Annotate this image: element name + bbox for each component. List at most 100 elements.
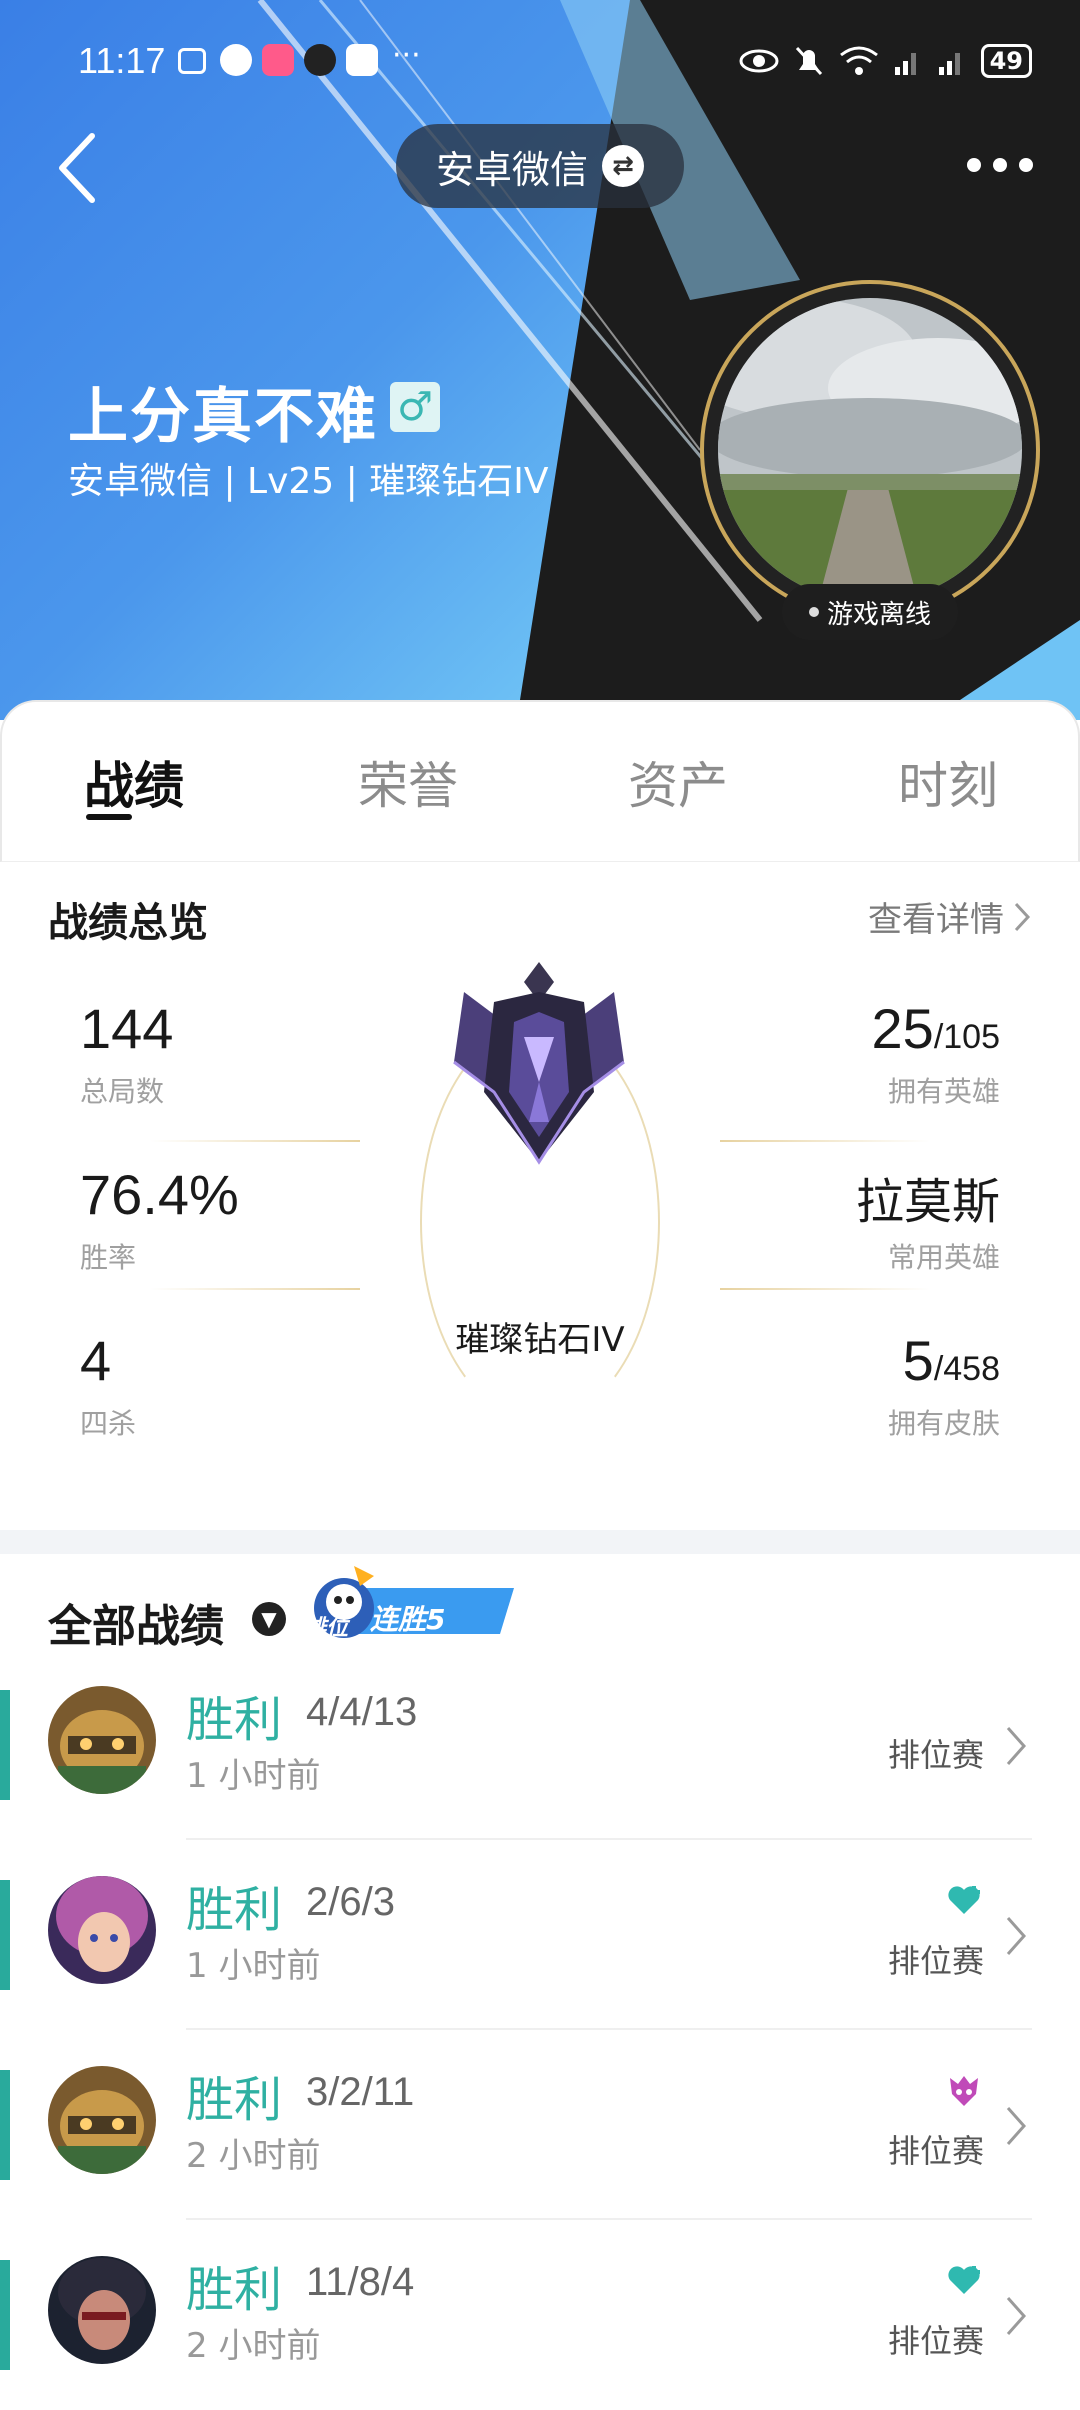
account-switch-button[interactable]: 安卓微信 ⇄: [396, 124, 684, 208]
match-row[interactable]: 胜利 11/8/4 2 小时前 排位赛: [0, 2220, 1080, 2410]
demon-mask-icon: [950, 2076, 978, 2106]
match-mode: 排位赛: [887, 1942, 984, 1980]
more-dot-icon: [1019, 158, 1033, 172]
match-time: 2 小时前: [186, 2326, 321, 2366]
heroes-owned-label: 拥有英雄: [887, 1075, 1000, 1108]
match-time: 1 小时前: [186, 1946, 321, 1986]
male-gender-icon: ♂: [390, 382, 440, 432]
online-status-label: 游戏离线: [826, 599, 931, 630]
total-games-label: 总局数: [80, 1075, 165, 1108]
match-kda: 2/6/3: [306, 1880, 395, 1924]
skins-owned-label: 拥有皮肤: [887, 1407, 1000, 1440]
qq-app-icon: [304, 44, 336, 76]
match-time: 1 小时前: [186, 1756, 321, 1796]
match-result: 胜利: [186, 1882, 283, 1938]
match-time: 2 小时前: [186, 2136, 321, 2176]
chevron-right-icon: [1006, 2297, 1027, 2335]
heart-plus-icon: [948, 1886, 980, 1914]
match-row[interactable]: 胜利 3/2/11 2 小时前 排位赛: [0, 2030, 1080, 2220]
match-result: 胜利: [186, 1692, 283, 1748]
browser-app-icon: [220, 44, 252, 76]
hero-avatar: [48, 2256, 156, 2364]
quadra-kills-value: 4: [80, 1329, 112, 1392]
tab-assets[interactable]: 资产: [628, 746, 728, 818]
win-indicator-bar: [0, 1880, 10, 1990]
match-result: 胜利: [186, 2262, 283, 2318]
view-details-link[interactable]: 查看详情: [868, 892, 1032, 941]
heroes-total: /105: [933, 1018, 1000, 1056]
chevron-right-icon: [1014, 902, 1031, 931]
mute-bell-icon: [795, 46, 822, 76]
lofter-app-icon: [262, 44, 294, 76]
back-button[interactable]: [48, 128, 108, 208]
skins-owned-value: 5/458: [902, 1329, 1000, 1392]
tab-honor[interactable]: 荣誉: [358, 746, 458, 818]
win-indicator-bar: [0, 2260, 10, 2370]
hero-avatar: [48, 1686, 156, 1794]
heart-plus-icon: [948, 2266, 980, 2294]
player-name: 上分真不难: [68, 382, 378, 452]
match-kda: 3/2/11: [306, 2070, 415, 2114]
overview-title: 战绩总览: [48, 900, 208, 946]
match-row[interactable]: 胜利 4/4/13 1 小时前 排位赛: [0, 1650, 1080, 1840]
hero-avatar: [48, 1876, 156, 1984]
profile-header: 11:17 ··· 49 安卓微信 ⇄ 上分真不难 ♂ 安卓微信 | Lv25 …: [0, 0, 1080, 720]
win-rate-value: 76.4%: [80, 1163, 239, 1226]
win-rate-label: 胜率: [80, 1241, 137, 1274]
signal-1-icon: [894, 53, 916, 75]
active-tab-indicator: [86, 814, 132, 820]
chevron-right-icon: [1006, 1727, 1027, 1765]
heroes-owned-value: 25/105: [871, 997, 1000, 1060]
match-mode: 排位赛: [887, 2322, 984, 2360]
hero-avatar: [48, 2066, 156, 2174]
rank-name: 璀璨钻石IV: [455, 1320, 625, 1360]
more-options-button[interactable]: [960, 150, 1040, 180]
win-indicator-bar: [0, 2070, 10, 2180]
streak-label: 连胜5: [370, 1603, 446, 1636]
chevron-right-icon: [1006, 2107, 1027, 2145]
status-right-icons: 49: [739, 44, 1032, 78]
tab-record[interactable]: 战绩: [84, 746, 184, 818]
account-switch-label: 安卓微信: [435, 147, 588, 192]
divider-line-right-bottom: [720, 1288, 930, 1290]
match-result: 胜利: [186, 2072, 283, 2128]
win-indicator-bar: [0, 1690, 10, 1800]
quadra-kills-label: 四杀: [80, 1407, 137, 1440]
mail-app-icon: [346, 44, 378, 76]
profile-tabs: 战绩 荣誉 资产 时刻: [0, 700, 1080, 862]
favorite-hero-label: 常用英雄: [887, 1241, 1000, 1274]
status-bar: 11:17 ··· 49: [0, 0, 1080, 130]
chevron-right-icon: [1006, 1917, 1027, 1955]
match-kda: 11/8/4: [306, 2260, 415, 2304]
favorite-hero-value[interactable]: 拉莫斯: [856, 1162, 1000, 1232]
divider-line-left-top: [150, 1140, 360, 1142]
record-overview-card: 战绩总览 查看详情 144 总局数 76.4% 胜率 4 四杀 25/105 拥…: [0, 862, 1080, 1534]
skins-total: /458: [933, 1350, 1000, 1388]
offline-dot-icon: [808, 607, 819, 617]
view-details-label: 查看详情: [868, 900, 1004, 940]
player-subtitle: 安卓微信 | Lv25 | 璀璨钻石IV: [68, 461, 549, 502]
match-row[interactable]: 胜利 2/6/3 1 小时前 排位赛: [0, 1840, 1080, 2030]
tv-app-icon: [178, 48, 206, 74]
total-games-value: 144: [80, 997, 174, 1060]
more-notifications-icon: ···: [392, 38, 421, 73]
diamond-rank-emblem[interactable]: [434, 942, 644, 1172]
player-avatar[interactable]: [718, 298, 1022, 602]
status-time: 11:17: [78, 40, 166, 81]
online-status-badge: 游戏离线: [782, 584, 958, 640]
more-dot-icon: [993, 158, 1007, 172]
battery-indicator: 49: [980, 44, 1032, 78]
swap-icon: ⇄: [602, 145, 644, 187]
divider-line-right-top: [720, 1140, 930, 1142]
match-mode: 排位赛: [887, 2132, 984, 2170]
more-dot-icon: [967, 158, 981, 172]
wifi-icon: [839, 46, 878, 75]
all-records-title[interactable]: 全部战绩: [48, 1590, 224, 1654]
divider-line-left-bottom: [150, 1288, 360, 1290]
eye-icon: [739, 49, 779, 73]
streak-ranked-tag: 排位: [304, 1616, 349, 1641]
section-divider: [0, 1530, 1080, 1554]
tab-moments[interactable]: 时刻: [898, 746, 998, 818]
chevron-down-icon[interactable]: ▼: [252, 1602, 286, 1636]
match-kda: 4/4/13: [306, 1690, 418, 1734]
